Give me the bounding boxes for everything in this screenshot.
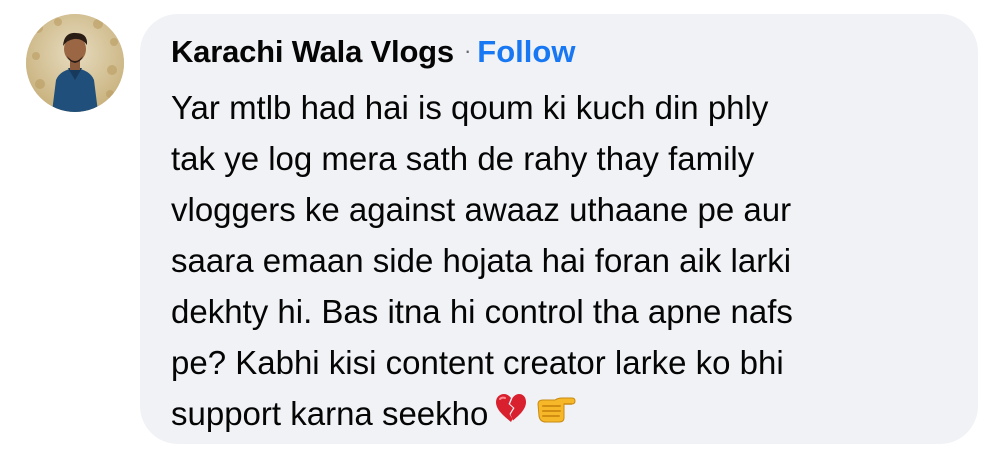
comment-line: tak ye log mera sath de rahy thay family (171, 140, 755, 177)
backhand-index-pointing-right-icon (534, 387, 576, 438)
avatar[interactable] (26, 14, 124, 112)
broken-heart-icon (494, 387, 528, 438)
comment-line: saara emaan side hojata hai foran aik la… (171, 242, 792, 279)
separator-dot: · (463, 38, 472, 63)
profile-photo (26, 14, 124, 112)
author-name[interactable]: Karachi Wala Vlogs (171, 34, 454, 70)
comment-header: Karachi Wala Vlogs · Follow (171, 34, 954, 78)
comment-line: pe? Kabhi kisi content creator larke ko … (171, 344, 784, 381)
comment-text: Yar mtlb had hai is qoum ki kuch din phl… (171, 82, 954, 442)
comment-bubble: Karachi Wala Vlogs · Follow Yar mtlb had… (140, 14, 978, 444)
follow-button[interactable]: Follow (477, 34, 575, 70)
comment-line: support karna seekho (171, 395, 489, 432)
comment-line: vloggers ke against awaaz uthaane pe aur (171, 191, 792, 228)
comment-line: dekhty hi. Bas itna hi control tha apne … (171, 293, 793, 330)
comment-line: Yar mtlb had hai is qoum ki kuch din phl… (171, 89, 769, 126)
comment-line-last: support karna seekho (171, 388, 954, 442)
